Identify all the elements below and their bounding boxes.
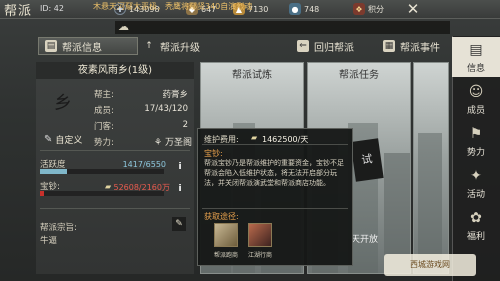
tab-guild-events[interactable]: ▦ 帮派事件 (383, 37, 440, 55)
sidebar-item-label: 福利 (466, 231, 485, 242)
sidebar-item-label: 势力 (466, 147, 485, 158)
tooltip-description: 帮派宝钞乃是帮派维护的重要资金，宝钞不足帮派会陷入低维护状态，将无法开启部分玩法… (204, 159, 344, 187)
acquire-item-label: 帮派跑商 (214, 252, 239, 259)
sidebar-item-members[interactable]: ☺ 成员 (452, 79, 500, 119)
arrow-up-icon: ↑ (145, 41, 153, 51)
tab-label: 帮派事件 (400, 42, 440, 54)
tab-guild-upgrade[interactable]: ↑ 帮派升级 (143, 37, 200, 55)
activity-value: 1417/6550 (122, 160, 166, 169)
leader-value: 药膏乡 (162, 90, 188, 100)
acquire-item-icon[interactable] (214, 223, 238, 247)
acquire-item-icon[interactable] (248, 223, 272, 247)
faction-icon: ⚘ (154, 138, 163, 148)
banknote-icon: ▰ (251, 133, 258, 142)
motto-value: 牛逼 (40, 236, 58, 246)
sidebar-item-power[interactable]: ⚑ 势力 (452, 121, 500, 161)
notice-bar: ☁ (115, 20, 450, 34)
list-icon: ▤ (45, 40, 57, 52)
members-icon: ☺ (468, 83, 484, 100)
divider (40, 208, 190, 209)
resource-jade: ● 748 (289, 2, 319, 16)
power-value: ⚘ 万圣阁 (148, 135, 192, 148)
resource-value: 积分 (368, 4, 384, 14)
activity-bar-fill (40, 169, 67, 174)
divider (202, 208, 348, 209)
guild-card-partial[interactable] (413, 62, 449, 274)
sidebar-item-label: 信息 (466, 63, 485, 74)
sidebar-item-welfare[interactable]: ✿ 福利 (452, 205, 500, 245)
activity-info-button[interactable]: i (174, 161, 186, 173)
book-icon: ▦ (383, 40, 395, 52)
guild-emblem: 乡 (54, 93, 72, 114)
activity-icon: ✦ (470, 167, 482, 184)
card-caption: 天开放 (351, 235, 379, 245)
resource-points[interactable]: ❖ 积分 (353, 2, 384, 16)
sidebar-item-activity[interactable]: ✦ 活动 (452, 163, 500, 203)
tab-label: 帮派升级 (160, 42, 200, 54)
card-title: 帮派任务 (339, 70, 379, 81)
divider (40, 150, 190, 151)
edit-motto-button[interactable]: ✎ (172, 217, 186, 231)
sidebar-item-info[interactable]: ▤ 信息 (452, 37, 500, 77)
points-icon: ❖ (353, 3, 365, 15)
funds-bar-fill (40, 191, 44, 196)
acquire-item-label: 江湖行商 (248, 252, 273, 259)
page-title: 帮派 (4, 4, 33, 19)
card-title: 帮派试炼 (232, 70, 272, 81)
cloud-icon: ☁ (118, 20, 129, 33)
notice-text: 木悬天河鄢大恶极，秃鹰将鄢贤340自演烈魂 (93, 2, 253, 11)
power-name: 万圣阁 (164, 138, 192, 148)
power-icon: ⚑ (469, 125, 483, 142)
customize-label: 自定义 (55, 136, 83, 146)
jade-icon: ● (289, 3, 301, 15)
motto-label: 帮派宗旨: (40, 223, 77, 233)
close-button[interactable]: ✕ (404, 0, 422, 18)
card-stamp: 试 (350, 138, 384, 182)
funds-info-button[interactable]: i (174, 183, 186, 195)
resource-value: 748 (304, 4, 320, 14)
tab-label: 回归帮派 (314, 42, 354, 54)
power-label: 势力: (94, 138, 114, 148)
brush-icon: ✎ (44, 134, 53, 145)
tab-return-guild[interactable]: ⇐ 回归帮派 (297, 37, 354, 55)
guild-id-label: ID: 42 (40, 4, 64, 13)
guests-label: 门客: (94, 122, 114, 132)
leader-label: 帮主: (94, 90, 114, 100)
members-label: 成员: (94, 106, 114, 116)
pen-icon: ✎ (175, 219, 183, 229)
acquire-label: 获取途径: (204, 212, 239, 221)
guild-info-icon: ▤ (469, 41, 483, 58)
sidebar-item-label: 活动 (466, 189, 485, 200)
sidebar-item-label: 成员 (466, 105, 485, 116)
tab-guild-info[interactable]: ▤ 帮派信息 (38, 37, 138, 55)
welfare-icon: ✿ (470, 209, 482, 226)
customize-button[interactable]: ✎ 自定义 (44, 133, 82, 146)
tab-label: 帮派信息 (62, 42, 102, 54)
divider (202, 144, 348, 145)
return-icon: ⇐ (297, 40, 309, 52)
watermark: 西城游戏网 (384, 254, 476, 276)
guests-value: 2 (182, 120, 188, 130)
guild-name: 夜素风雨乡(1级) (36, 62, 194, 79)
members-value: 17/43/120 (144, 104, 188, 114)
close-icon: ✕ (406, 0, 420, 18)
funds-value: 52608/2160万 (113, 183, 170, 192)
